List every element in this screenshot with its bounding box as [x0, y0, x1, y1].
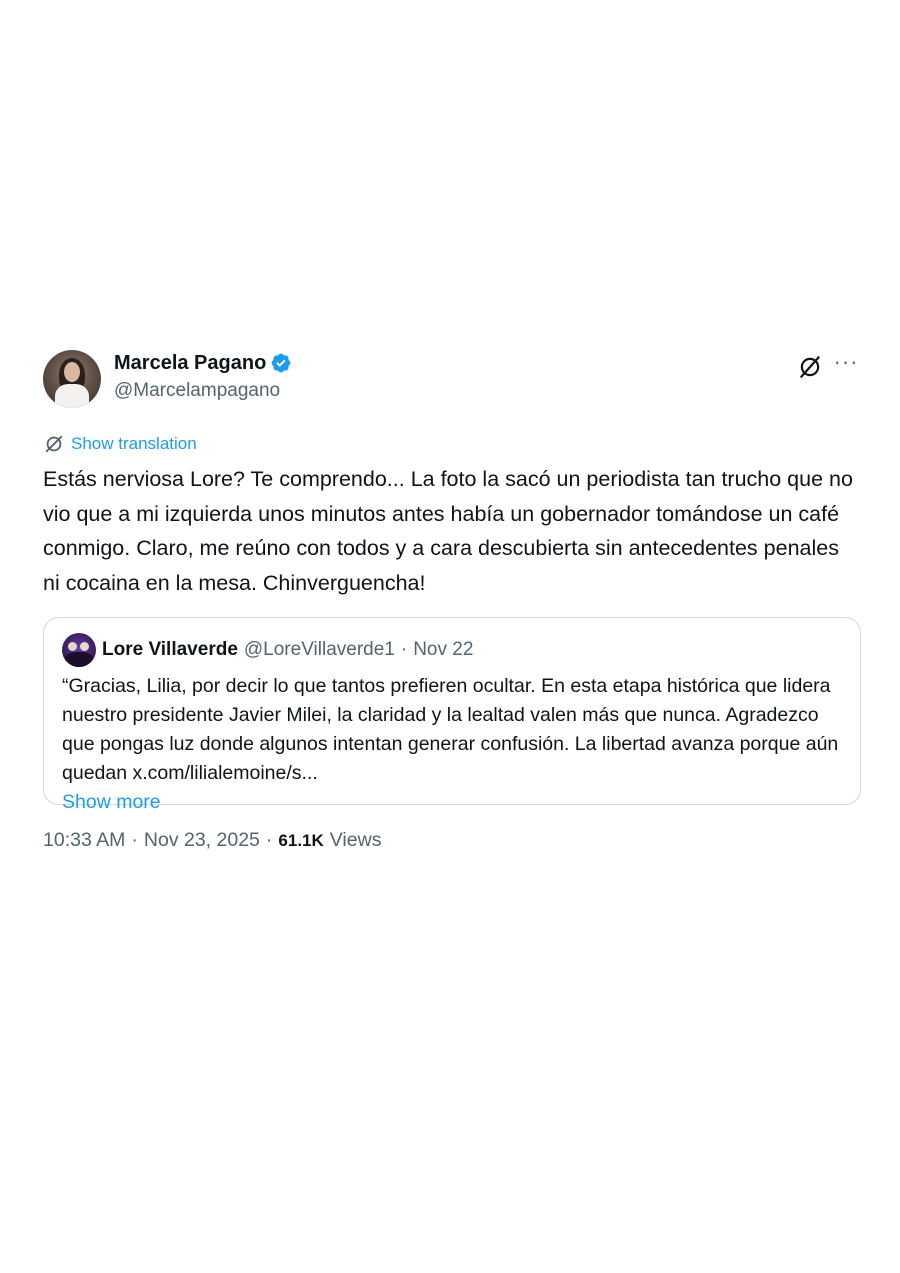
tweet-date[interactable]: Nov 23, 2025 — [144, 829, 260, 852]
meta-separator: · — [131, 829, 138, 851]
quoted-tweet[interactable]: Lore Villaverde @LoreVillaverde1 · Nov 2… — [43, 617, 861, 813]
quote-author-handle: @LoreVillaverde1 — [243, 639, 395, 660]
views-label: Views — [329, 829, 382, 851]
show-translation-link[interactable]: Show translation — [71, 434, 197, 454]
show-more-link[interactable]: Show more — [62, 788, 842, 817]
tweet-text: Estás nerviosa Lore? Te comprendo... La … — [43, 467, 853, 595]
meta-separator: · — [265, 829, 273, 851]
author-info: Marcela Pagano @Marcelampagano — [114, 350, 292, 402]
tweet-time[interactable]: 10:33 AM — [43, 829, 125, 852]
quote-separator: · — [400, 639, 408, 660]
author-handle[interactable]: @Marcelampagano — [114, 380, 292, 402]
more-options-icon[interactable]: ··· — [833, 351, 859, 378]
author-avatar[interactable] — [43, 350, 101, 408]
quote-author-name: Lore Villaverde — [102, 639, 238, 660]
translate-icon — [45, 435, 63, 453]
quote-text: “Gracias, Lilia, por decir lo que tantos… — [62, 675, 839, 784]
tweet-header: Marcela Pagano @Marcelampagano ··· — [43, 348, 861, 410]
tweet-meta: 10:33 AM · Nov 23, 2025 · 61.1K Views — [43, 829, 861, 852]
views-count: 61.1K — [278, 831, 324, 850]
quote-author-avatar — [62, 633, 96, 667]
grok-icon[interactable] — [797, 354, 823, 380]
quote-date: Nov 22 — [413, 639, 474, 660]
translate-row: Show translation — [43, 432, 861, 456]
verified-badge-icon — [271, 353, 291, 373]
quote-header: Lore Villaverde @LoreVillaverde1 · Nov 2… — [62, 633, 842, 667]
author-name[interactable]: Marcela Pagano — [114, 352, 266, 375]
tweet: Marcela Pagano @Marcelampagano ··· Show … — [43, 348, 861, 852]
